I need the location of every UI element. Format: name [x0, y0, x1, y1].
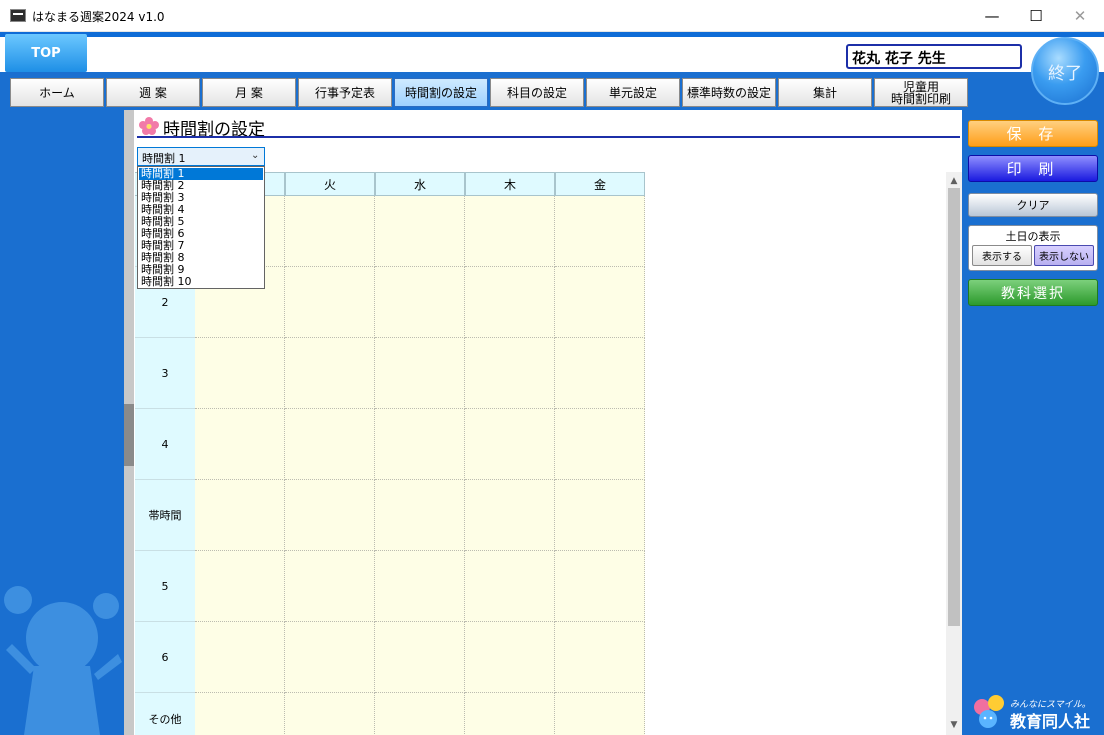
dropdown-option[interactable]: 時間割 10 [139, 276, 263, 288]
mascot-silhouette-icon [4, 586, 122, 735]
timetable-slot[interactable] [195, 480, 285, 551]
timetable-slot[interactable] [375, 693, 465, 735]
nav-timetable-settings[interactable]: 時間割の設定 [394, 78, 488, 107]
timetable-slot[interactable] [375, 409, 465, 480]
timetable-slot[interactable] [285, 551, 375, 622]
timetable-slot[interactable] [555, 480, 645, 551]
timetable-slot[interactable] [285, 267, 375, 338]
timetable-slot[interactable] [555, 196, 645, 267]
save-button[interactable]: 保 存 [968, 120, 1098, 147]
timetable-slot[interactable] [555, 267, 645, 338]
nav-home[interactable]: ホーム [10, 78, 104, 107]
timetable-slot[interactable] [285, 622, 375, 693]
timetable-slot[interactable] [555, 409, 645, 480]
timetable-slot[interactable] [285, 693, 375, 735]
period-label: 4 [135, 409, 195, 480]
weekend-show-button[interactable]: 表示する [972, 245, 1032, 266]
timetable-slot[interactable] [465, 480, 555, 551]
exit-button[interactable]: 終了 [1031, 37, 1099, 105]
period-label: 3 [135, 338, 195, 409]
timetable-slot[interactable] [465, 693, 555, 735]
timetable-slot[interactable] [375, 196, 465, 267]
chevron-down-icon[interactable]: ⌄ [251, 150, 259, 161]
timetable-slot[interactable] [555, 693, 645, 735]
minimize-button[interactable]: — [969, 0, 1015, 32]
timetable-slot[interactable] [465, 196, 555, 267]
timetable-slot[interactable] [375, 267, 465, 338]
app-icon [10, 9, 26, 22]
scroll-up-arrow[interactable]: ▲ [946, 173, 962, 189]
weekend-display-label: 土日の表示 [1005, 230, 1061, 243]
maximize-button[interactable]: ☐ [1013, 0, 1059, 32]
day-header-thu: 木 [465, 172, 555, 196]
timetable-slot[interactable] [195, 338, 285, 409]
nav-monthly-plan[interactable]: 月 案 [202, 78, 296, 107]
timetable-slot[interactable] [195, 693, 285, 735]
day-header-wed: 水 [375, 172, 465, 196]
timetable-slot[interactable] [465, 551, 555, 622]
timetable-dropdown-list: 時間割 1 時間割 2 時間割 3 時間割 4 時間割 5 時間割 6 時間割 … [137, 166, 265, 289]
nav-subject-settings[interactable]: 科目の設定 [490, 78, 584, 107]
scrollbar-thumb[interactable] [948, 188, 960, 626]
title-underline [137, 136, 960, 138]
nav-unit-settings[interactable]: 単元設定 [586, 78, 680, 107]
timetable-slot[interactable] [285, 338, 375, 409]
timetable-slot[interactable] [285, 196, 375, 267]
nav-totals[interactable]: 集計 [778, 78, 872, 107]
day-header-tue: 火 [285, 172, 375, 196]
timetable-slot[interactable] [195, 409, 285, 480]
window-title: はなまる週案2024 v1.0 [32, 10, 165, 24]
timetable-slot[interactable] [465, 267, 555, 338]
period-label: 6 [135, 622, 195, 693]
weekend-hide-button[interactable]: 表示しない [1034, 245, 1094, 266]
teacher-name: 花丸 花子 先生 [846, 44, 1022, 69]
nav-student-timetable-print[interactable]: 児童用 時間割印刷 [874, 78, 968, 107]
top-tab[interactable]: TOP [5, 34, 87, 72]
timetable-slot[interactable] [465, 409, 555, 480]
flower-icon [139, 117, 159, 135]
nav-standard-hours[interactable]: 標準時数の設定 [682, 78, 776, 107]
timetable-slot[interactable] [195, 622, 285, 693]
window-titlebar [0, 0, 1104, 32]
timetable-slot[interactable] [375, 480, 465, 551]
timetable-slot[interactable] [285, 409, 375, 480]
close-button[interactable]: ✕ [1057, 0, 1103, 32]
period-label: 帯時間 [135, 480, 195, 551]
timetable-slot[interactable] [285, 480, 375, 551]
timetable-slot[interactable] [375, 338, 465, 409]
timetable-slot[interactable] [195, 551, 285, 622]
scroll-down-arrow[interactable]: ▼ [946, 717, 962, 733]
timetable-slot[interactable] [465, 338, 555, 409]
timetable-slot[interactable] [375, 551, 465, 622]
clear-button[interactable]: クリア [968, 193, 1098, 217]
nav-weekly-plan[interactable]: 週 案 [106, 78, 200, 107]
splitter-handle[interactable] [124, 404, 134, 466]
print-button[interactable]: 印 刷 [968, 155, 1098, 182]
timetable-slot[interactable] [555, 551, 645, 622]
subject-select-button[interactable]: 教科選択 [968, 279, 1098, 306]
timetable-slot[interactable] [555, 338, 645, 409]
period-label: その他 [135, 693, 195, 735]
timetable-select[interactable]: 時間割 1 [137, 147, 265, 166]
nav-event-schedule[interactable]: 行事予定表 [298, 78, 392, 107]
timetable-slot[interactable] [555, 622, 645, 693]
timetable-slot[interactable] [465, 622, 555, 693]
day-header-fri: 金 [555, 172, 645, 196]
logo-name: 教育同人社 [1010, 712, 1091, 731]
period-label: 5 [135, 551, 195, 622]
timetable-slot[interactable] [375, 622, 465, 693]
